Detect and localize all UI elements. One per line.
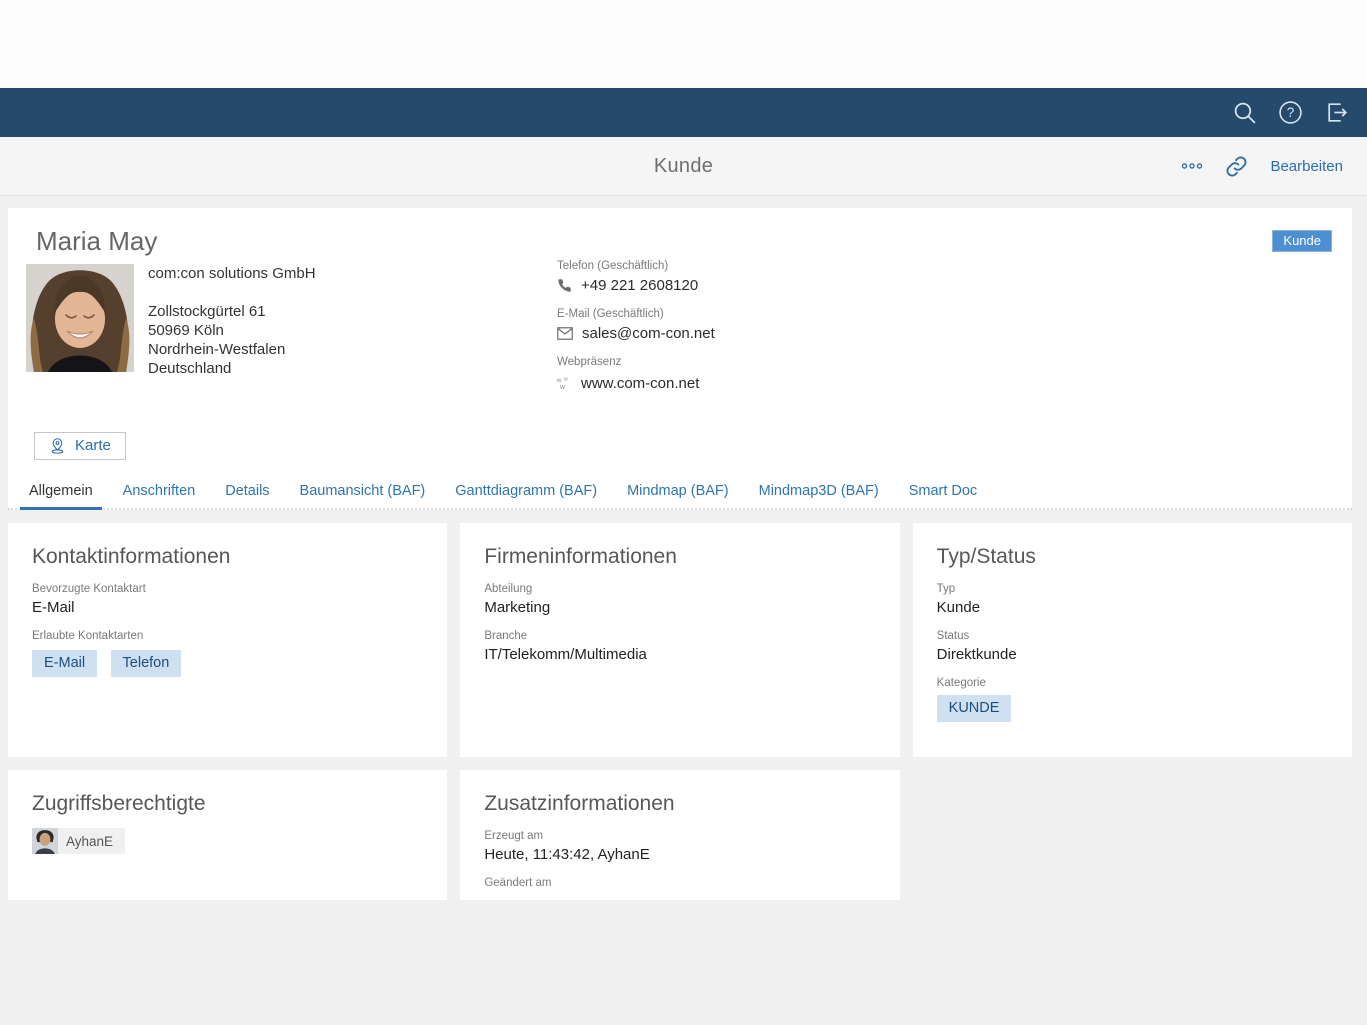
- modified-label: Geändert am: [484, 877, 875, 889]
- tab-mindmap3d[interactable]: Mindmap3D (BAF): [750, 475, 888, 508]
- card-typ-status: Typ/Status Typ Kunde Status Direktkunde …: [913, 523, 1352, 757]
- card-firmeninformationen: Firmeninformationen Abteilung Marketing …: [460, 523, 899, 757]
- web-value[interactable]: www.com-con.net: [581, 375, 699, 392]
- top-whitespace: [0, 0, 1367, 88]
- card-title: Firmeninformationen: [484, 545, 875, 569]
- email-label: E-Mail (Geschäftlich): [557, 308, 715, 320]
- address-block: com:con solutions GmbH Zollstockgürtel 6…: [148, 264, 316, 378]
- card-kontaktinformationen: Kontaktinformationen Bevorzugte Kontakta…: [8, 523, 447, 757]
- address-line: Deutschland: [148, 359, 316, 378]
- logout-icon[interactable]: [1323, 100, 1349, 126]
- info-card-grid: Kontaktinformationen Bevorzugte Kontakta…: [8, 523, 1352, 900]
- page-title: Kunde: [0, 155, 1367, 178]
- more-options-icon[interactable]: [1181, 161, 1203, 171]
- type-value: Kunde: [937, 599, 1328, 616]
- tab-bar: Allgemein Anschriften Details Baumansich…: [8, 475, 1352, 510]
- email-value[interactable]: sales@com-con.net: [582, 325, 715, 342]
- category-label: Kategorie: [937, 677, 1328, 689]
- card-title: Zusatzinformationen: [484, 792, 875, 816]
- type-label: Typ: [937, 583, 1328, 595]
- content-area: Kunde Maria May com:con solutions GmbH Z…: [0, 196, 1367, 1025]
- created-label: Erzeugt am: [484, 830, 875, 842]
- contact-type-chip[interactable]: E-Mail: [32, 650, 97, 677]
- phone-label: Telefon (Geschäftlich): [557, 260, 715, 272]
- user-chip[interactable]: AyhanE: [32, 828, 125, 854]
- mail-icon: [557, 327, 573, 340]
- help-icon[interactable]: ?: [1277, 100, 1303, 126]
- department-value: Marketing: [484, 599, 875, 616]
- tab-anschriften[interactable]: Anschriften: [114, 475, 205, 508]
- tab-ganttdiagramm[interactable]: Ganttdiagramm (BAF): [446, 475, 606, 508]
- contact-type-chip[interactable]: Telefon: [111, 650, 182, 677]
- allowed-contact-label: Erlaubte Kontaktarten: [32, 630, 423, 642]
- status-label: Status: [937, 630, 1328, 642]
- card-zusatzinformationen: Zusatzinformationen Erzeugt am Heute, 11…: [460, 770, 899, 900]
- department-label: Abteilung: [484, 583, 875, 595]
- communication-block: Telefon (Geschäftlich) +49 221 2608120 E…: [557, 260, 715, 406]
- phone-icon: [557, 278, 572, 293]
- phone-value[interactable]: +49 221 2608120: [581, 277, 698, 294]
- profile-card: Kunde Maria May com:con solutions GmbH Z…: [8, 208, 1352, 510]
- person-name: Maria May: [36, 226, 1332, 257]
- user-chip-label: AyhanE: [66, 834, 113, 849]
- tab-allgemein[interactable]: Allgemein: [20, 475, 102, 510]
- tab-baumansicht[interactable]: Baumansicht (BAF): [291, 475, 435, 508]
- www-icon: www: [557, 376, 572, 391]
- card-zugriffsberechtigte: Zugriffsberechtigte AyhanE: [8, 770, 447, 900]
- industry-label: Branche: [484, 630, 875, 642]
- web-row: www www.com-con.net: [557, 375, 715, 392]
- address-line: Zollstockgürtel 61: [148, 302, 316, 321]
- search-icon[interactable]: [1231, 100, 1257, 126]
- web-label: Webpräsenz: [557, 356, 715, 368]
- card-title: Typ/Status: [937, 545, 1328, 569]
- card-title: Kontaktinformationen: [32, 545, 423, 569]
- map-pin-icon: [49, 437, 66, 454]
- svg-text:w: w: [564, 377, 568, 383]
- status-value: Direktkunde: [937, 646, 1328, 663]
- map-button[interactable]: Karte: [34, 432, 126, 460]
- tab-smart-doc[interactable]: Smart Doc: [900, 475, 987, 508]
- map-button-label: Karte: [75, 437, 111, 454]
- phone-row: +49 221 2608120: [557, 277, 715, 294]
- category-chip[interactable]: KUNDE: [937, 695, 1012, 722]
- record-type-badge: Kunde: [1272, 230, 1332, 252]
- header-actions: Bearbeiten: [1181, 155, 1343, 178]
- email-row: sales@com-con.net: [557, 325, 715, 342]
- page-header: Kunde Bearbeiten: [0, 137, 1367, 196]
- card-title: Zugriffsberechtigte: [32, 792, 423, 816]
- tab-mindmap[interactable]: Mindmap (BAF): [618, 475, 738, 508]
- contact-photo: [26, 264, 134, 372]
- svg-text:w: w: [559, 384, 566, 391]
- user-avatar: [32, 828, 58, 854]
- preferred-contact-label: Bevorzugte Kontaktart: [32, 583, 423, 595]
- company-name: com:con solutions GmbH: [148, 264, 316, 283]
- link-icon[interactable]: [1225, 155, 1248, 178]
- svg-text:?: ?: [1286, 105, 1294, 120]
- address-line: Nordrhein-Westfalen: [148, 340, 316, 359]
- edit-button[interactable]: Bearbeiten: [1270, 158, 1343, 175]
- app-topbar: ?: [0, 88, 1367, 137]
- tab-details[interactable]: Details: [216, 475, 278, 508]
- industry-value: IT/Telekomm/Multimedia: [484, 646, 875, 663]
- address-line: 50969 Köln: [148, 321, 316, 340]
- created-value: Heute, 11:43:42, AyhanE: [484, 846, 875, 863]
- preferred-contact-value: E-Mail: [32, 599, 423, 616]
